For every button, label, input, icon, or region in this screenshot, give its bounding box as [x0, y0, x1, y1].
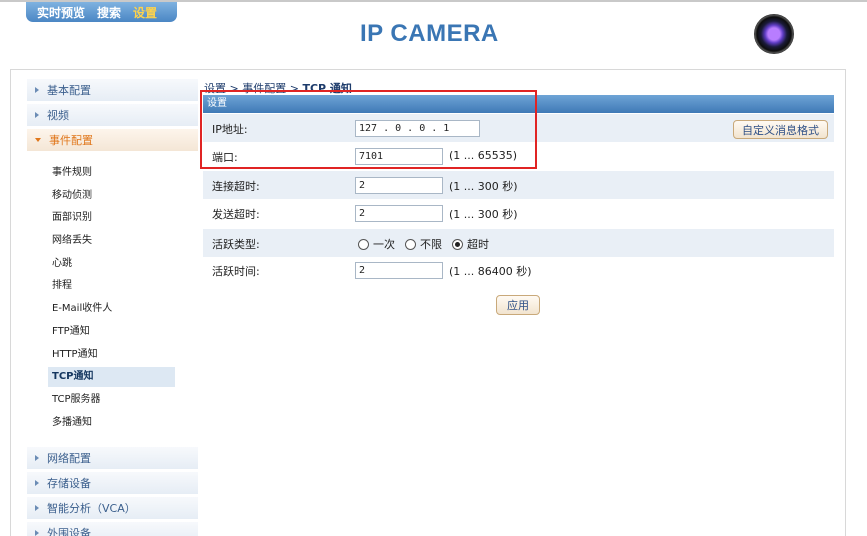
sidebar-group-basic[interactable]: 基本配置 [27, 79, 198, 101]
radio-once[interactable]: 一次 [358, 236, 395, 252]
chevron-right-icon [35, 530, 39, 536]
nav-search[interactable]: 搜索 [97, 4, 121, 21]
radio-timeout[interactable]: 超时 [452, 236, 489, 252]
sidebar-item-email-recipients[interactable]: E-Mail收件人 [52, 299, 177, 319]
highlight-box [200, 90, 537, 169]
sidebar-item-schedule[interactable]: 排程 [52, 276, 177, 296]
sidebar-group-event[interactable]: 事件配置 [27, 129, 198, 151]
sidebar-item-ftp-notify[interactable]: FTP通知 [52, 322, 177, 342]
active-time-label: 活跃时间: [212, 265, 260, 278]
chevron-down-icon [35, 138, 41, 142]
radio-unchecked-icon [405, 238, 416, 250]
active-time-input[interactable]: 2 [355, 262, 443, 279]
connect-timeout-label: 连接超时: [212, 180, 260, 193]
connect-timeout-input[interactable]: 2 [355, 177, 443, 194]
radio-label: 不限 [420, 238, 442, 251]
sidebar-group-label: 存储设备 [47, 477, 91, 490]
send-timeout-label: 发送超时: [212, 208, 260, 221]
connect-timeout-hint: (1 ... 300 秒) [449, 180, 518, 193]
nav-settings[interactable]: 设置 [133, 4, 157, 21]
chevron-right-icon [35, 112, 39, 118]
brand-title: IP CAMERA [360, 20, 499, 47]
nav-live-view[interactable]: 实时预览 [37, 4, 85, 21]
sidebar-group-label: 网络配置 [47, 452, 91, 465]
send-timeout-hint: (1 ... 300 秒) [449, 208, 518, 221]
top-navigation: 实时预览 搜索 设置 [26, 2, 177, 22]
sidebar-lower-groups: 网络配置 存储设备 智能分析（VCA） 外围设备 [27, 447, 198, 536]
chevron-right-icon [35, 505, 39, 511]
sidebar-group-network[interactable]: 网络配置 [27, 447, 198, 469]
radio-unchecked-icon [358, 238, 369, 250]
chevron-right-icon [35, 455, 39, 461]
sidebar-group-label: 外围设备 [47, 527, 91, 536]
sidebar-group-label: 视频 [47, 109, 69, 122]
send-timeout-input[interactable]: 2 [355, 205, 443, 222]
radio-checked-icon [452, 238, 463, 250]
sidebar-item-http-notify[interactable]: HTTP通知 [52, 345, 177, 365]
sidebar-item-event-rules[interactable]: 事件规则 [52, 163, 177, 183]
sidebar: 基本配置 视频 事件配置 [27, 79, 198, 154]
row-connect-timeout: 连接超时: 2 (1 ... 300 秒) [203, 171, 834, 199]
radio-label: 超时 [467, 238, 489, 251]
row-active-type: 活跃类型: 一次 不限 超时 [203, 229, 834, 257]
sidebar-group-label: 事件配置 [49, 134, 93, 147]
chevron-right-icon [35, 87, 39, 93]
page: 实时预览 搜索 设置 IP CAMERA 基本配置 视频 事件配置 事件规则 移… [0, 0, 867, 536]
radio-label: 一次 [373, 238, 395, 251]
active-time-hint: (1 ... 86400 秒) [449, 265, 532, 278]
sidebar-item-face-recognition[interactable]: 面部识别 [52, 208, 177, 228]
sidebar-group-label: 智能分析（VCA） [47, 502, 136, 515]
row-active-time: 活跃时间: 2 (1 ... 86400 秒) [203, 256, 834, 284]
sidebar-group-vca[interactable]: 智能分析（VCA） [27, 497, 198, 519]
sidebar-item-multicast-notify[interactable]: 多播通知 [52, 413, 177, 433]
sidebar-group-storage[interactable]: 存储设备 [27, 472, 198, 494]
sidebar-item-tcp-notify[interactable]: TCP通知 [48, 367, 175, 387]
sidebar-item-tcp-server[interactable]: TCP服务器 [52, 390, 177, 410]
sidebar-item-network-loss[interactable]: 网络丢失 [52, 231, 177, 251]
sidebar-item-heartbeat[interactable]: 心跳 [52, 254, 177, 274]
sidebar-group-label: 基本配置 [47, 84, 91, 97]
apply-button[interactable]: 应用 [496, 295, 540, 315]
radio-unlimited[interactable]: 不限 [405, 236, 442, 252]
sidebar-item-motion-detection[interactable]: 移动侦测 [52, 186, 177, 206]
sidebar-group-video[interactable]: 视频 [27, 104, 198, 126]
custom-message-format-button[interactable]: 自定义消息格式 [733, 120, 828, 139]
chevron-right-icon [35, 480, 39, 486]
row-send-timeout: 发送超时: 2 (1 ... 300 秒) [203, 199, 834, 227]
camera-logo-icon [754, 14, 794, 54]
sidebar-group-peripherals[interactable]: 外围设备 [27, 522, 198, 536]
active-type-label: 活跃类型: [212, 238, 260, 251]
